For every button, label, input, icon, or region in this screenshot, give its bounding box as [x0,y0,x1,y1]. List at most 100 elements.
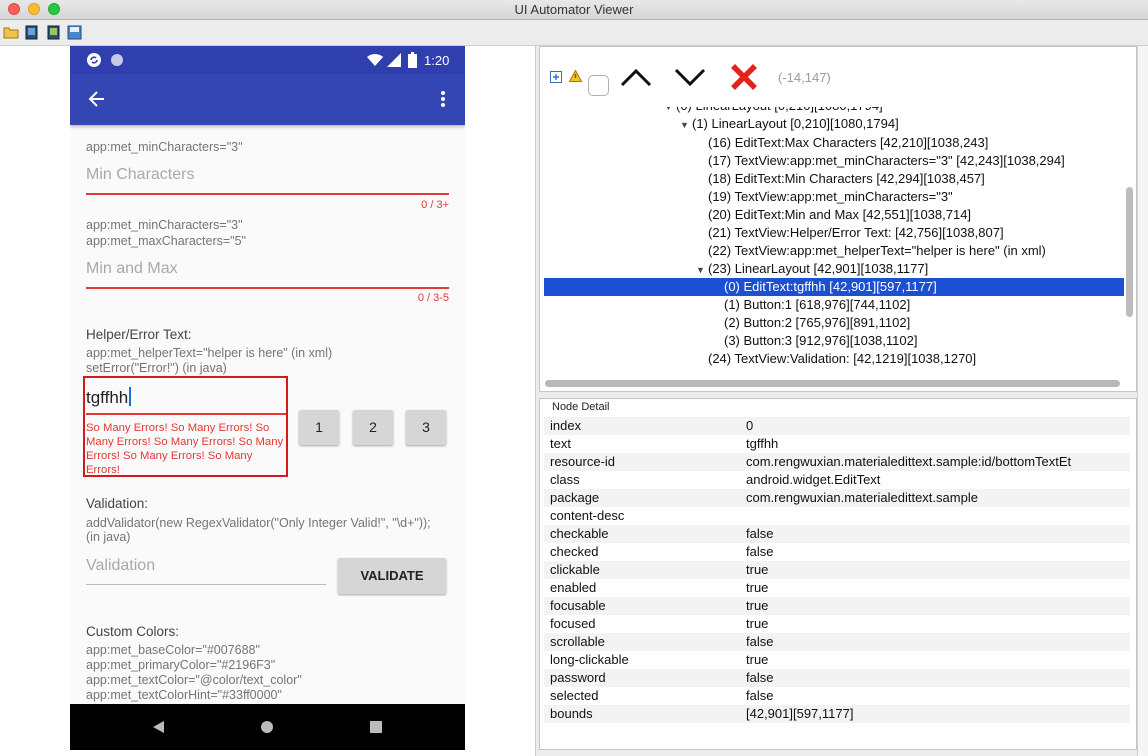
toggle-naf-checkbox[interactable] [588,75,609,96]
tree-node-label: (0) LinearLayout [0,210][1080,1794] [676,107,883,113]
detail-row[interactable]: password false [544,669,1130,687]
tree-node-label: (1) LinearLayout [0,210][1080,1794] [692,116,899,131]
detail-row[interactable]: content-desc [544,507,1130,525]
detail-row[interactable]: focusable true [544,597,1130,615]
detail-key: long-clickable [550,652,629,667]
detail-row[interactable]: resource-id com.rengwuxian.materialeditte… [544,453,1130,471]
min-chars-underline [86,193,449,195]
detail-value: true [746,598,769,613]
nav-back-icon[interactable] [152,720,165,734]
detail-value: com.rengwuxian.materialedittext.sample:i… [746,454,1072,469]
phone-screen[interactable]: 1:20 app:met_minCharacters="3" Min Chara… [70,46,465,750]
previous-node-icon[interactable] [620,67,652,87]
detail-key: resource-id [550,454,616,469]
tree-node[interactable]: (19) TextView:app:met_minCharacters="3" [544,188,1124,206]
tree-node[interactable]: ▼ (23) LinearLayout [42,901][1038,1177] [544,260,1124,278]
tree-node[interactable]: (0) EditText:tgffhh [42,901][597,1177] [544,278,1124,296]
detail-row[interactable]: checkable false [544,525,1130,543]
detail-row[interactable]: package com.rengwuxian.materialedittext.s… [544,489,1130,507]
nav-home-icon[interactable] [260,720,274,734]
detail-key: scrollable [550,634,605,649]
detail-row[interactable]: focused true [544,615,1130,633]
tree-node[interactable]: (2) Button:2 [765,976][891,1102] [544,314,1124,332]
detail-row[interactable]: enabled true [544,579,1130,597]
detail-key: enabled [550,580,597,595]
tree-node[interactable]: (21) TextView:Helper/Error Text: [42,756… [544,224,1124,242]
detail-row[interactable]: clickable true [544,561,1130,579]
tree-node-label: (23) LinearLayout [42,901][1038,1177] [708,261,929,276]
overflow-menu-icon[interactable] [440,89,446,109]
detail-key: focused [550,616,596,631]
battery-icon [408,52,417,68]
validation-field[interactable]: Validation [86,557,155,575]
node-detail-pane: Node Detail index 0 text tgffhh resource-id c… [539,398,1137,750]
device-screenshot-icon[interactable] [24,25,40,40]
hierarchy-tree[interactable]: ▼(0) LinearLayout [0,210][1080,1794]▼(1)… [544,107,1124,375]
button-3[interactable]: 3 [406,410,446,445]
detail-key: class [550,472,580,487]
error-input-underline [86,413,286,415]
android-nav-bar [70,704,465,750]
detail-key: index [550,418,582,433]
detail-value: true [746,562,769,577]
button-2[interactable]: 2 [353,410,393,445]
tree-node[interactable]: ▼(0) LinearLayout [0,210][1080,1794] [544,107,1124,115]
button-1[interactable]: 1 [299,410,339,445]
tree-node[interactable]: ▼ (1) LinearLayout [0,210][1080,1794] [544,115,1124,133]
error-text-input-value: tgffhh [86,388,129,407]
error-text-input[interactable]: tgffhh [86,387,131,408]
tree-node[interactable]: (22) TextView:app:met_helperText="helper… [544,242,1124,260]
validation-underline [86,584,326,585]
tree-node[interactable]: (18) EditText:Min Characters [42,294][10… [544,170,1124,188]
tree-node-label: (18) EditText:Min Characters [42,294][10… [708,171,985,186]
detail-value: true [746,580,769,595]
main-toolbar [0,20,1148,46]
detail-key: clickable [550,562,600,577]
warning-icon[interactable] [569,70,582,82]
custom-colors-label: Custom Colors: [86,624,180,639]
min-chars-field[interactable]: Min Characters [86,166,194,184]
back-arrow-icon[interactable] [88,90,106,108]
next-node-icon[interactable] [674,67,706,87]
detail-key: checked [550,544,599,559]
detail-row[interactable]: long-clickable true [544,651,1130,669]
expand-all-icon[interactable] [550,71,562,83]
tree-node[interactable]: (3) Button:3 [912,976][1038,1102] [544,332,1124,350]
min-max-field[interactable]: Min and Max [86,260,178,278]
tree-node[interactable]: (24) TextView:Validation: [42,1219][1038… [544,350,1124,368]
detail-value: com.rengwuxian.materialedittext.sample [746,490,978,505]
tree-node[interactable]: (16) EditText:Max Characters [42,210][10… [544,134,1124,152]
expanded-triangle-icon[interactable]: ▼ [680,116,692,134]
detail-value: 0 [746,418,754,433]
detail-row[interactable]: scrollable false [544,633,1130,651]
device-screenshot-compressed-icon[interactable] [46,25,62,40]
tree-node[interactable]: (1) Button:1 [618,976][744,1102] [544,296,1124,314]
error-message: So Many Errors! So Many Errors! So Many … [86,422,284,476]
detail-key: checkable [550,526,609,541]
window-edge [1137,46,1148,756]
detail-row[interactable]: checked false [544,543,1130,561]
detail-row[interactable]: text tgffhh [544,435,1130,453]
tree-horizontal-scrollbar[interactable] [545,380,1120,387]
open-folder-icon[interactable] [3,25,19,40]
validate-button[interactable]: VALIDATE [338,558,446,594]
tree-vertical-scrollbar[interactable] [1126,187,1133,317]
detail-key: text [550,436,571,451]
tree-node-label: (22) TextView:app:met_helperText="helper… [708,243,1046,258]
detail-key: package [550,490,600,505]
detail-key: focusable [550,598,606,613]
detail-row[interactable]: bounds [42,901][597,1177] [544,705,1130,723]
validation-label: Validation: [86,496,149,511]
tree-node[interactable]: (20) EditText:Min and Max [42,551][1038,… [544,206,1124,224]
tree-node-label: (19) TextView:app:met_minCharacters="3" [708,189,953,204]
detail-row[interactable]: class android.widget.EditText [544,471,1130,489]
tree-node[interactable]: (17) TextView:app:met_minCharacters="3" … [544,152,1124,170]
clear-search-icon[interactable] [730,63,758,91]
expanded-triangle-icon[interactable]: ▼ [696,261,708,279]
detail-row[interactable]: selected false [544,687,1130,705]
save-icon[interactable] [67,25,83,40]
nav-recents-icon[interactable] [370,721,382,733]
detail-row[interactable]: index 0 [544,417,1130,435]
detail-key: bounds [550,706,593,721]
device-screenshot-pane[interactable]: 1:20 app:met_minCharacters="3" Min Chara… [0,46,536,756]
